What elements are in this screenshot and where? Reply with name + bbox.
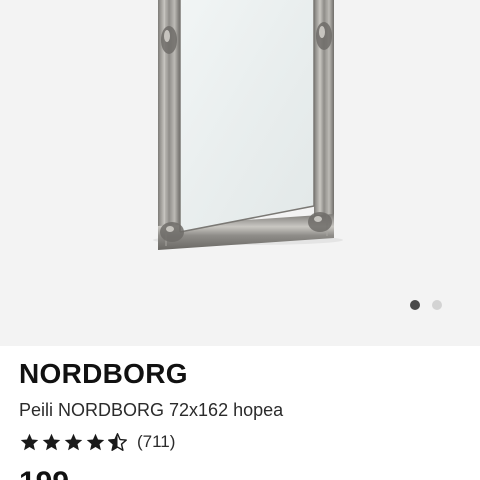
star-icon [64, 433, 83, 450]
half-star-icon [108, 432, 127, 451]
review-count[interactable]: (711) [137, 432, 175, 452]
rating-stars [19, 432, 128, 453]
carousel-dot-active[interactable] [410, 300, 420, 310]
product-price: 199 [19, 466, 69, 480]
mirror-product-image [153, 0, 343, 250]
product-image-gallery[interactable] [0, 0, 480, 346]
product-rating[interactable]: (711) [19, 431, 175, 453]
product-name[interactable]: Peili NORDBORG 72x162 hopea [19, 400, 283, 421]
carousel-dot[interactable] [432, 300, 442, 310]
star-icon [86, 433, 105, 450]
product-page: NORDBORG Peili NORDBORG 72x162 hopea (71… [0, 0, 480, 480]
product-brand: NORDBORG [19, 358, 188, 389]
star-icon [20, 433, 39, 450]
carousel-indicator[interactable] [410, 300, 442, 310]
star-icon [42, 433, 61, 450]
